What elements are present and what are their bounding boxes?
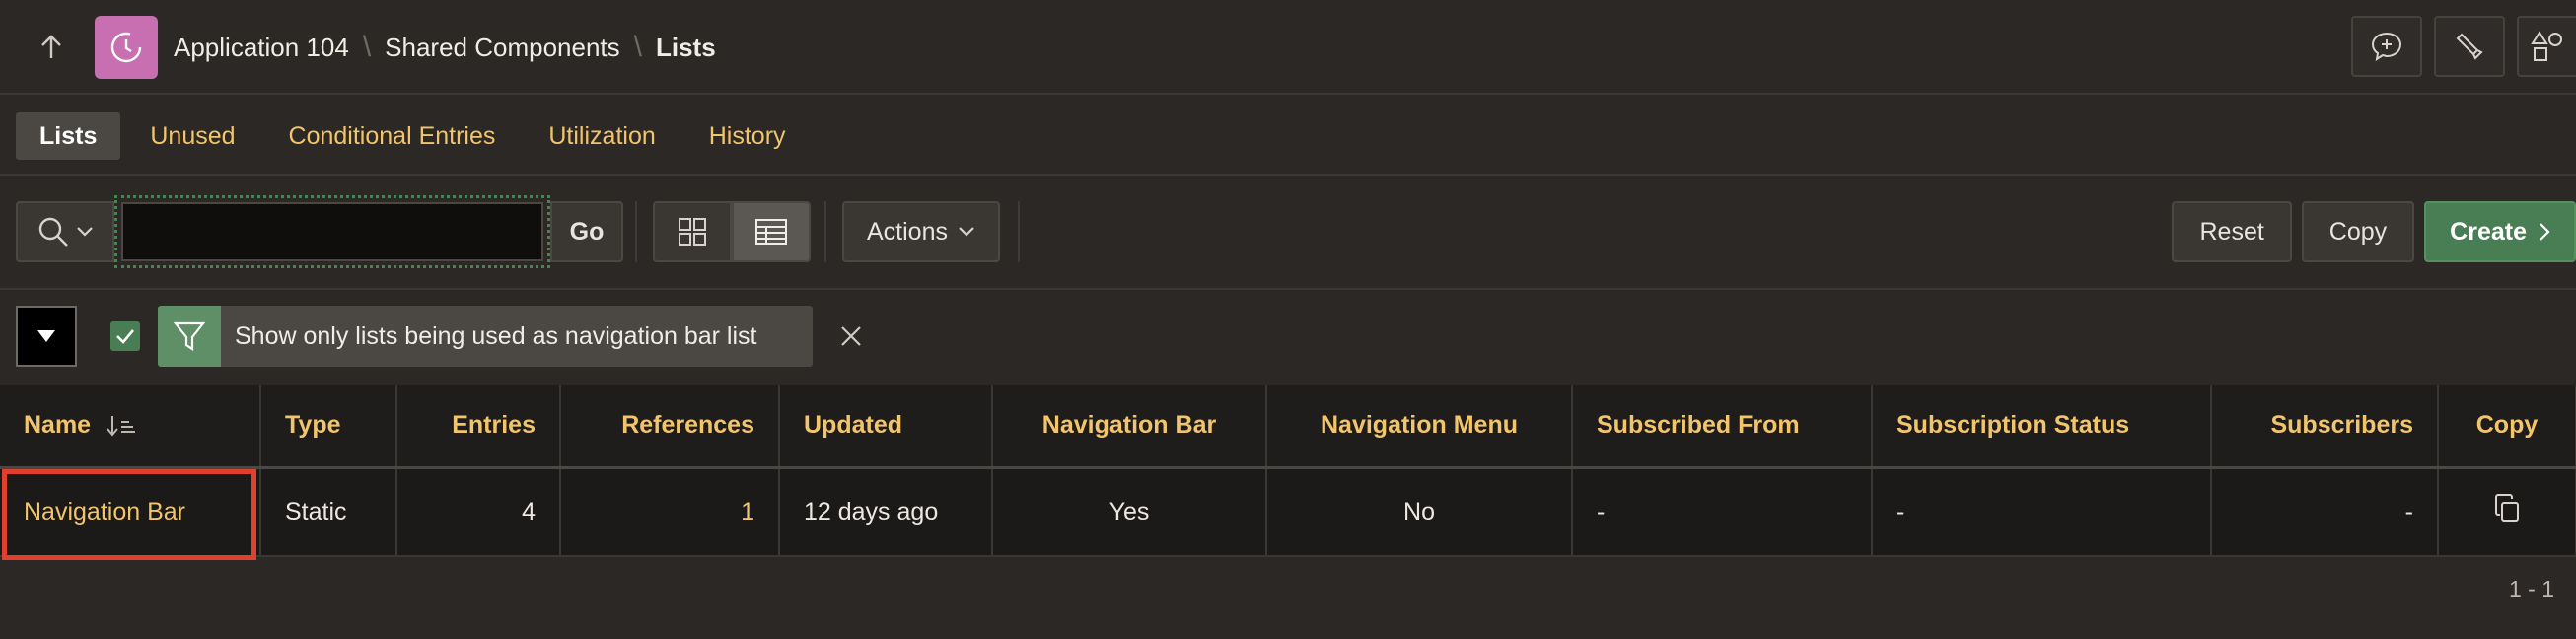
chevron-down-icon (959, 227, 974, 237)
create-button[interactable]: Create (2424, 201, 2576, 262)
tab-lists[interactable]: Lists (16, 112, 121, 160)
marker-icon (2456, 33, 2483, 60)
cell-subscription-status: - (1872, 467, 2212, 557)
filter-icon (158, 306, 221, 367)
breadcrumb-separator: \ (633, 31, 642, 63)
list-name-link[interactable]: Navigation Bar (24, 498, 185, 526)
filter-enable-checkbox[interactable] (110, 321, 140, 351)
toolbar-separator (635, 201, 637, 262)
filter-text: Show only lists being used as navigation… (235, 321, 757, 350)
chevron-down-icon (77, 227, 93, 237)
search-icon (38, 217, 68, 247)
tab-unused[interactable]: Unused (126, 112, 258, 160)
copy-row-icon[interactable] (2492, 493, 2522, 531)
cell-type: Static (260, 467, 397, 557)
top-tools (2351, 16, 2576, 77)
table-header-row: Name Type Entries References Updated Nav… (0, 385, 2576, 469)
tab-bar: Lists Unused Conditional Entries Utiliza… (16, 112, 810, 160)
references-link[interactable]: 1 (741, 498, 754, 526)
column-header-navigation-bar[interactable]: Navigation Bar (992, 385, 1267, 469)
cell-copy (2438, 467, 2576, 557)
cell-subscribed-from: - (1572, 467, 1873, 557)
reset-button[interactable]: Reset (2172, 201, 2292, 262)
go-button[interactable]: Go (550, 201, 623, 262)
close-icon (841, 326, 861, 346)
column-header-subscribed-from[interactable]: Subscribed From (1572, 385, 1873, 469)
create-label: Create (2450, 217, 2527, 246)
table-row: Navigation Bar Static 4 1 12 days ago Ye… (0, 467, 2576, 557)
table-icon (755, 219, 787, 245)
column-header-references[interactable]: References (560, 385, 780, 469)
toolbar-separator (824, 201, 826, 262)
search-group: Go (16, 195, 623, 268)
shapes-button[interactable] (2517, 16, 2576, 77)
chat-plus-icon (2371, 32, 2402, 62)
tab-utilization[interactable]: Utilization (525, 112, 679, 160)
report-view-button[interactable] (732, 201, 811, 262)
column-header-type[interactable]: Type (260, 385, 397, 469)
breadcrumb-app[interactable]: Application 104 (174, 33, 349, 63)
chevron-right-icon (2540, 223, 2550, 241)
column-header-subscribers[interactable]: Subscribers (2211, 385, 2439, 469)
search-focus-ring (114, 195, 550, 268)
cell-entries: 4 (396, 467, 561, 557)
search-input[interactable] (121, 202, 543, 261)
filter-pill[interactable]: Show only lists being used as navigation… (158, 306, 813, 367)
column-header-navigation-menu[interactable]: Navigation Menu (1266, 385, 1573, 469)
cell-references: 1 (560, 467, 780, 557)
column-header-name[interactable]: Name (0, 385, 261, 469)
actions-label: Actions (867, 217, 948, 246)
column-header-updated[interactable]: Updated (779, 385, 993, 469)
tab-conditional-entries[interactable]: Conditional Entries (265, 112, 520, 160)
actions-menu-button[interactable]: Actions (842, 201, 1000, 262)
cell-navigation-bar: Yes (992, 467, 1267, 557)
pagination-label: 1 - 1 (2508, 576, 2554, 602)
copy-button[interactable]: Copy (2301, 201, 2415, 262)
column-header-subscription-status[interactable]: Subscription Status (1872, 385, 2212, 469)
cell-subscribers: - (2211, 467, 2439, 557)
report-grid: Name Type Entries References Updated Nav… (0, 385, 2576, 557)
up-arrow-icon[interactable] (32, 28, 71, 67)
breadcrumb-separator: \ (362, 31, 372, 63)
shapes-icon (2531, 31, 2562, 61)
icon-view-button[interactable] (653, 201, 732, 262)
feedback-button[interactable] (2351, 16, 2422, 77)
breadcrumb-current: Lists (655, 32, 716, 62)
check-icon (116, 329, 134, 344)
page-buttons: Reset Copy Create (2172, 201, 2576, 262)
cell-navigation-menu: No (1266, 467, 1573, 557)
cell-updated: 12 days ago (779, 467, 993, 557)
lists-table: Name Type Entries References Updated Nav… (0, 385, 2576, 557)
collapse-filters-button[interactable] (16, 306, 77, 367)
triangle-down-icon (37, 330, 55, 342)
remove-filter-button[interactable] (834, 320, 868, 353)
column-header-entries[interactable]: Entries (396, 385, 561, 469)
cell-name: Navigation Bar (0, 467, 261, 557)
tab-history[interactable]: History (685, 112, 810, 160)
top-bar: Application 104 \ Shared Components \ Li… (0, 0, 2576, 95)
report-toolbar: Go Actions Reset Copy Create (0, 176, 2576, 290)
highlight-button[interactable] (2434, 16, 2505, 77)
grid-icon (679, 218, 706, 246)
toolbar-separator (1018, 201, 1020, 262)
column-header-label: Name (24, 410, 92, 439)
filter-row: Show only lists being used as navigation… (0, 292, 2576, 385)
breadcrumb-section[interactable]: Shared Components (385, 33, 619, 63)
sort-descending-icon[interactable] (106, 414, 137, 438)
app-icon[interactable] (95, 16, 158, 79)
column-header-copy[interactable]: Copy (2438, 385, 2576, 469)
view-switcher (653, 201, 811, 262)
breadcrumb: Application 104 \ Shared Components \ Li… (174, 30, 716, 65)
search-column-button[interactable] (16, 201, 114, 262)
